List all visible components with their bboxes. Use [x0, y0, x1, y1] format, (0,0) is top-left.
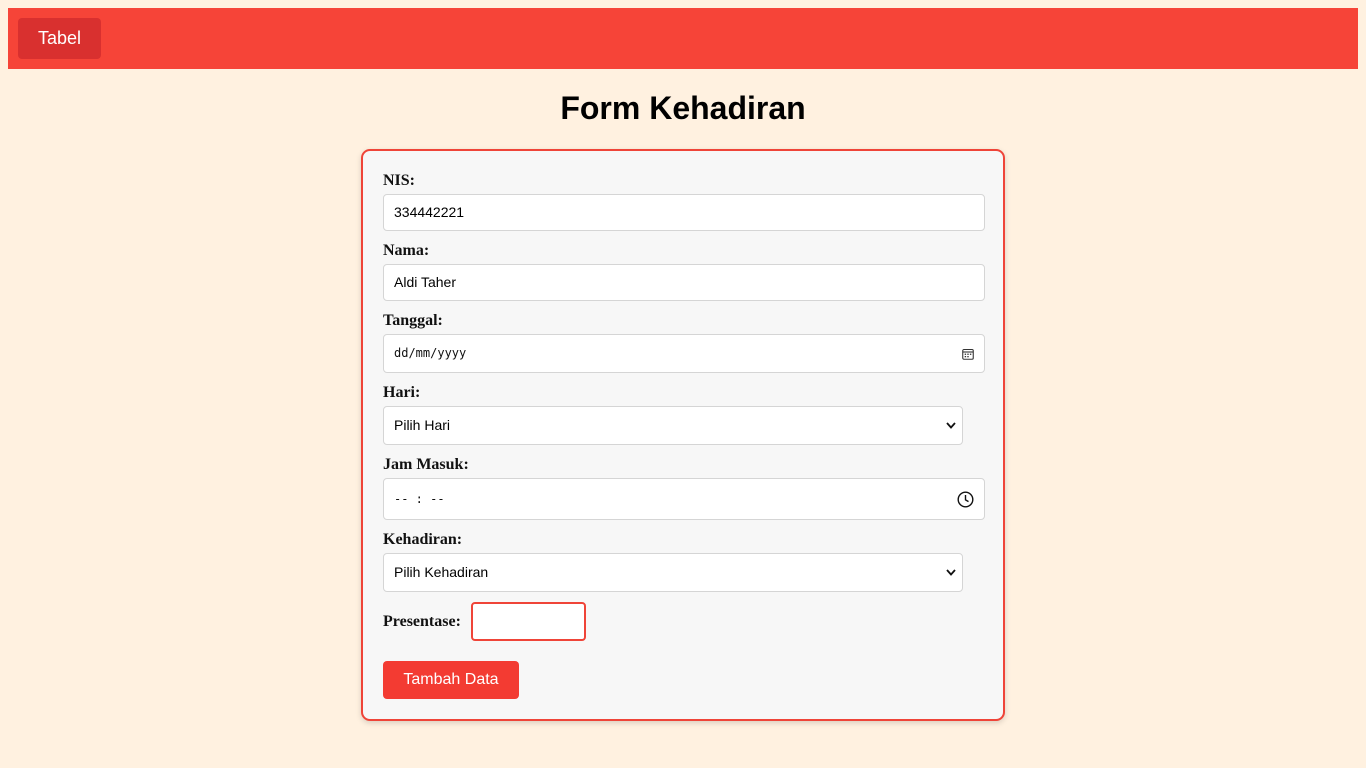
kehadiran-label: Kehadiran: [383, 531, 463, 548]
nama-input[interactable]: Aldi Taher [383, 264, 985, 301]
nis-value: 334442221 [394, 204, 465, 220]
jam-masuk-input[interactable]: -- : -- [383, 478, 985, 520]
hari-select[interactable]: Pilih Hari [383, 406, 963, 445]
kehadiran-select[interactable]: Pilih Kehadiran [383, 553, 963, 592]
nama-label: Nama: [383, 242, 430, 259]
attendance-form: NIS: 334442221 Nama: Aldi Taher Tanggal:… [361, 149, 1005, 721]
tanggal-input[interactable]: dd/mm/yyyy [383, 334, 985, 373]
nis-label: NIS: [383, 172, 416, 189]
jam-masuk-label: Jam Masuk: [383, 456, 469, 473]
presentase-label: Presentase: [383, 613, 461, 630]
chevron-down-icon [946, 407, 956, 444]
top-navbar: Tabel [8, 8, 1358, 69]
tabel-button[interactable]: Tabel [18, 18, 101, 59]
presentase-input[interactable] [471, 602, 586, 641]
clock-icon[interactable] [957, 479, 974, 519]
nis-input[interactable]: 334442221 [383, 194, 985, 231]
tambah-data-button[interactable]: Tambah Data [383, 661, 519, 699]
calendar-icon[interactable] [962, 335, 974, 372]
page-title: Form Kehadiran [560, 90, 806, 126]
kehadiran-selected: Pilih Kehadiran [394, 564, 489, 580]
hari-label: Hari: [383, 384, 421, 401]
hari-selected: Pilih Hari [394, 417, 451, 433]
tanggal-placeholder: dd/mm/yyyy [394, 346, 467, 360]
chevron-down-icon [946, 554, 956, 591]
nama-value: Aldi Taher [394, 274, 457, 290]
jam-masuk-placeholder: -- : -- [394, 492, 445, 506]
tanggal-label: Tanggal: [383, 312, 443, 329]
